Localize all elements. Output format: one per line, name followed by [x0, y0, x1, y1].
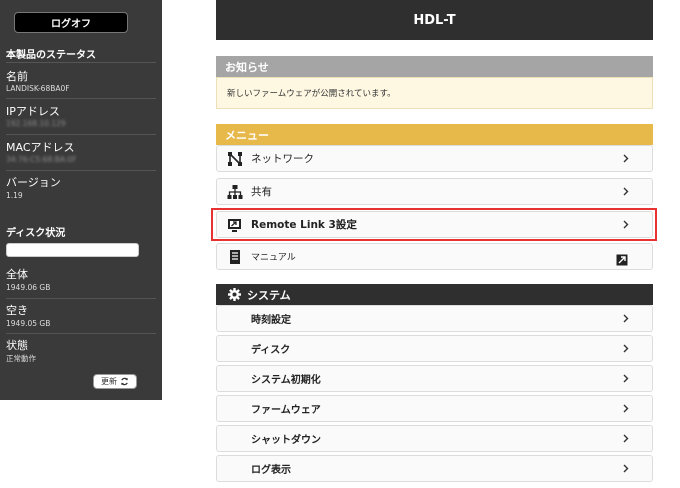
menu-item-manual[interactable]: マニュアル: [216, 243, 653, 270]
mac-label: MACアドレス: [6, 141, 75, 154]
system-item-shutdown[interactable]: シャットダウン: [216, 425, 653, 452]
menu-item-label: マニュアル: [251, 253, 296, 263]
version-value: 1.19: [6, 191, 23, 200]
divider: [6, 98, 156, 99]
system-item-label: ファームウェア: [251, 405, 321, 416]
total-label: 全体: [6, 268, 28, 281]
chevron-right-icon: [622, 344, 630, 354]
ip-value: 192.168.10.129: [6, 119, 66, 128]
menu-title: メニュー: [216, 124, 653, 145]
external-link-icon: [616, 251, 628, 265]
status-section-title: 本製品のステータス: [6, 50, 96, 61]
system-item-label: シャットダウン: [251, 435, 321, 446]
remote-link-icon: [227, 217, 243, 233]
system-item-time-settings[interactable]: 時刻設定: [216, 305, 653, 332]
state-value: 正常動作: [6, 354, 36, 363]
system-item-label: ログ表示: [251, 465, 291, 476]
menu-item-remote-link[interactable]: Remote Link 3設定: [216, 211, 653, 238]
sitemap-icon: [227, 184, 243, 200]
chevron-right-icon: [622, 154, 630, 164]
free-label: 空き: [6, 304, 28, 317]
name-value: LANDISK-68BA0F: [6, 84, 70, 93]
system-item-firmware[interactable]: ファームウェア: [216, 395, 653, 422]
notice-title: お知らせ: [216, 56, 653, 77]
menu-item-label: ネットワーク: [251, 153, 314, 165]
menu-item-label: 共有: [251, 186, 272, 198]
system-item-label: 時刻設定: [251, 315, 291, 326]
disk-usage-bar: [6, 243, 139, 257]
system-header: システム: [216, 284, 653, 305]
system-item-label: ディスク: [251, 345, 291, 356]
refresh-icon: [121, 377, 128, 386]
network-icon: [227, 151, 243, 167]
divider: [6, 62, 156, 63]
status-sidebar: ログオフ 本製品のステータス 名前 LANDISK-68BA0F IPアドレス …: [0, 0, 162, 400]
chevron-right-icon: [622, 434, 630, 444]
refresh-button[interactable]: 更新: [93, 374, 137, 389]
chevron-right-icon: [622, 404, 630, 414]
state-label: 状態: [6, 339, 28, 352]
mac-value: 34:76:C5:68:BA:0F: [6, 155, 77, 164]
divider: [6, 298, 156, 299]
chevron-right-icon: [622, 187, 630, 197]
version-label: バージョン: [6, 176, 61, 189]
gear-icon: [228, 288, 241, 301]
menu-item-share[interactable]: 共有: [216, 178, 653, 205]
divider: [6, 170, 156, 171]
refresh-label: 更新: [101, 377, 117, 386]
chevron-right-icon: [622, 464, 630, 474]
ip-label: IPアドレス: [6, 105, 60, 118]
manual-icon: [227, 249, 243, 265]
system-item-label: システム初期化: [251, 375, 321, 386]
free-value: 1949.05 GB: [6, 319, 51, 328]
menu-item-network[interactable]: ネットワーク: [216, 145, 653, 172]
system-item-log[interactable]: ログ表示: [216, 455, 653, 482]
system-item-disk[interactable]: ディスク: [216, 335, 653, 362]
divider: [6, 333, 156, 334]
divider: [6, 134, 156, 135]
system-item-initialize[interactable]: システム初期化: [216, 365, 653, 392]
page-title: HDL-T: [216, 0, 653, 40]
notice-message: 新しいファームウェアが公開されています。: [216, 77, 653, 109]
logoff-button[interactable]: ログオフ: [14, 12, 128, 33]
chevron-right-icon: [622, 220, 630, 230]
chevron-right-icon: [622, 314, 630, 324]
chevron-right-icon: [622, 374, 630, 384]
menu-item-label: Remote Link 3設定: [251, 219, 357, 231]
name-label: 名前: [6, 70, 28, 83]
system-title: システム: [247, 288, 291, 302]
total-value: 1949.06 GB: [6, 283, 51, 292]
disk-section-title: ディスク状況: [6, 228, 66, 239]
